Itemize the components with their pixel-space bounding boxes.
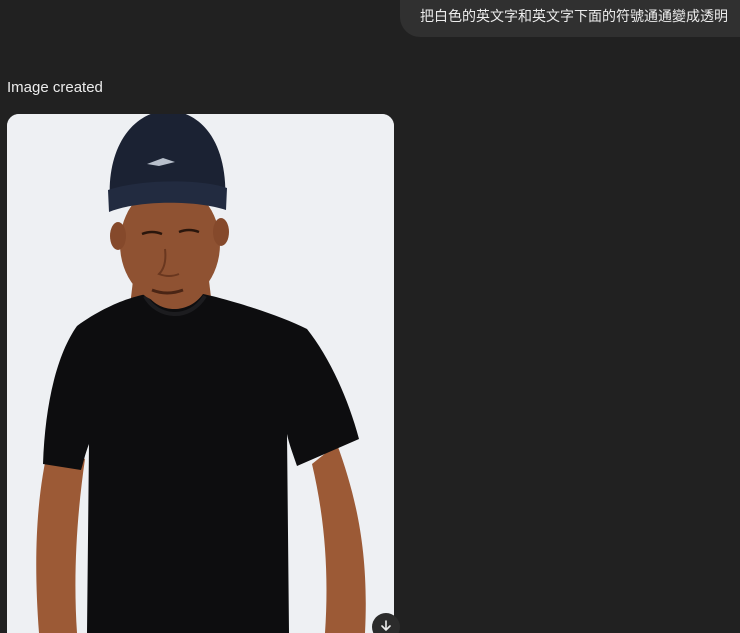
chat-page: 把白色的英文字和英文字下面的符號通通變成透明 Image created	[0, 0, 740, 633]
generated-image-illustration	[7, 114, 394, 633]
user-message-bubble: 把白色的英文字和英文字下面的符號通通變成透明	[400, 0, 740, 37]
user-message-text: 把白色的英文字和英文字下面的符號通通變成透明	[420, 9, 728, 25]
generated-image[interactable]	[7, 114, 394, 633]
image-created-label: Image created	[7, 79, 103, 96]
download-button[interactable]	[372, 613, 400, 633]
download-icon	[381, 620, 391, 631]
